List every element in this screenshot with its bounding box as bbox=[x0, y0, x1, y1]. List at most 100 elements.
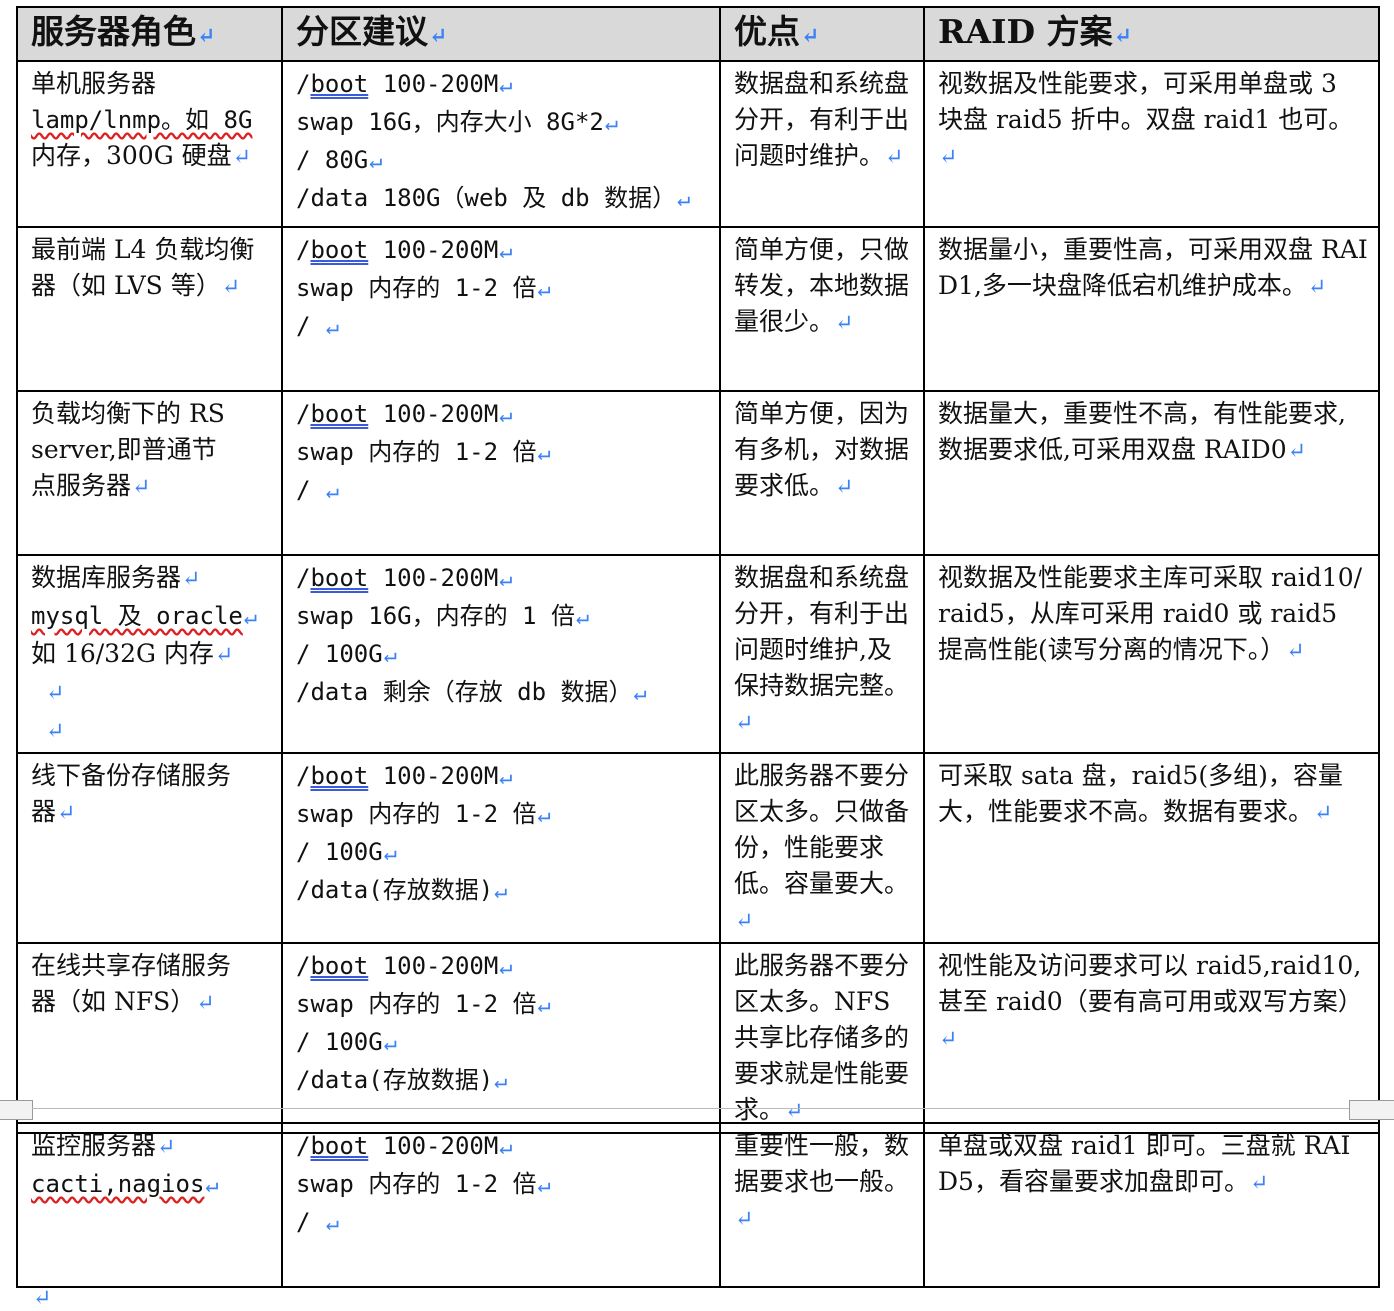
header-raid: RAID 方案 bbox=[923, 6, 1380, 62]
table-row: 数据库服务器 mysql 及 oracle 如 16/32G 内存 /boot … bbox=[16, 554, 1380, 754]
return-mark-icon bbox=[132, 475, 150, 500]
cell-raid: 可采取 sata 盘，raid5(多组)，容量大，性能要求不高。数据有要求。 bbox=[923, 752, 1380, 944]
return-mark-icon bbox=[1308, 275, 1326, 300]
return-mark-icon bbox=[429, 23, 447, 49]
header-advantage: 优点 bbox=[719, 6, 925, 62]
table-row: 监控服务器 cacti,nagios /boot 100-200M swap 内… bbox=[16, 1122, 1380, 1288]
return-mark-icon bbox=[499, 765, 512, 790]
cell-advantage: 简单方便，因为有多机，对数据要求低。 bbox=[719, 390, 925, 556]
return-mark-icon bbox=[576, 605, 589, 630]
table-row: 线下备份存储服务 器 /boot 100-200M swap 内存的 1-2 倍… bbox=[16, 752, 1380, 944]
return-mark-icon bbox=[46, 719, 64, 744]
return-mark-icon bbox=[244, 605, 257, 630]
return-mark-icon bbox=[801, 23, 819, 49]
return-mark-icon bbox=[369, 149, 382, 174]
return-mark-icon bbox=[1314, 801, 1332, 826]
page-break-left-edge bbox=[0, 1100, 33, 1120]
return-mark-icon bbox=[1114, 23, 1132, 49]
return-mark-icon bbox=[182, 567, 200, 592]
cell-role: 线下备份存储服务 器 bbox=[16, 752, 283, 944]
return-mark-icon bbox=[605, 111, 618, 136]
return-mark-icon bbox=[939, 1027, 957, 1052]
return-mark-icon bbox=[538, 441, 551, 466]
page-break-divider bbox=[0, 1100, 1394, 1120]
cell-raid: 数据量大，重要性不高，有性能要求,数据要求低,可采用双盘 RAID0 bbox=[923, 390, 1380, 556]
boot-word: boot bbox=[310, 762, 369, 790]
return-mark-icon bbox=[1286, 639, 1304, 664]
return-mark-icon bbox=[735, 711, 753, 736]
return-mark-icon bbox=[215, 643, 233, 668]
cell-advantage: 此服务器不要分区太多。只做备份，性能要求低。容量要大。 bbox=[719, 752, 925, 944]
return-mark-icon bbox=[205, 1173, 218, 1198]
boot-word: boot bbox=[310, 564, 369, 592]
cell-advantage: 简单方便，只做转发，本地数据量很少。 bbox=[719, 226, 925, 392]
return-mark-icon bbox=[157, 1135, 175, 1160]
return-mark-icon bbox=[835, 311, 853, 336]
cell-raid: 视数据及性能要求，可采用单盘或 3 块盘 raid5 折中。双盘 raid1 也… bbox=[923, 60, 1380, 228]
paragraph-end-mark-icon bbox=[33, 1286, 51, 1311]
table-row: 单机服务器 lamp/lnmp。如 8G 内存，300G 硬盘 /boot 10… bbox=[16, 60, 1380, 228]
return-mark-icon bbox=[326, 479, 339, 504]
return-mark-icon bbox=[197, 23, 215, 49]
return-mark-icon bbox=[57, 801, 75, 826]
return-mark-icon bbox=[494, 1069, 507, 1094]
server-partition-table-continued: 监控服务器 cacti,nagios /boot 100-200M swap 内… bbox=[16, 1122, 1380, 1288]
return-mark-icon bbox=[538, 803, 551, 828]
boot-word: boot bbox=[310, 236, 369, 264]
return-mark-icon bbox=[634, 681, 647, 706]
return-mark-icon bbox=[499, 567, 512, 592]
return-mark-icon bbox=[939, 145, 957, 170]
cell-partition: /boot 100-200M swap 16G，内存大小 8G*2 / 80G … bbox=[281, 60, 721, 228]
header-partition: 分区建议 bbox=[281, 6, 721, 62]
return-mark-icon bbox=[538, 993, 551, 1018]
cell-partition: /boot 100-200M swap 内存的 1-2 倍 / 100G /da… bbox=[281, 752, 721, 944]
return-mark-icon bbox=[326, 1211, 339, 1236]
boot-word: boot bbox=[310, 400, 369, 428]
return-mark-icon bbox=[494, 879, 507, 904]
cell-partition: /boot 100-200M swap 内存的 1-2 倍 / bbox=[281, 226, 721, 392]
boot-word: boot bbox=[310, 70, 369, 98]
cell-partition: /boot 100-200M swap 16G，内存的 1 倍 / 100G /… bbox=[281, 554, 721, 754]
return-mark-icon bbox=[384, 1031, 397, 1056]
cell-role: 数据库服务器 mysql 及 oracle 如 16/32G 内存 bbox=[16, 554, 283, 754]
return-mark-icon bbox=[885, 145, 903, 170]
return-mark-icon bbox=[735, 909, 753, 934]
cell-raid: 数据量小，重要性高，可采用双盘 RAID1,多一块盘降低宕机维护成本。 bbox=[923, 226, 1380, 392]
return-mark-icon bbox=[196, 991, 214, 1016]
return-mark-icon bbox=[326, 315, 339, 340]
cell-raid: 单盘或双盘 raid1 即可。三盘就 RAID5，看容量要求加盘即可。 bbox=[923, 1122, 1380, 1288]
return-mark-icon bbox=[1250, 1171, 1268, 1196]
return-mark-icon bbox=[499, 955, 512, 980]
return-mark-icon bbox=[222, 275, 240, 300]
boot-word: boot bbox=[310, 1132, 369, 1160]
return-mark-icon bbox=[233, 145, 251, 170]
return-mark-icon bbox=[538, 277, 551, 302]
page-break-right-edge bbox=[1349, 1100, 1394, 1120]
cell-partition: /boot 100-200M swap 内存的 1-2 倍 / bbox=[281, 390, 721, 556]
return-mark-icon bbox=[835, 475, 853, 500]
return-mark-icon bbox=[499, 1135, 512, 1160]
return-mark-icon bbox=[499, 239, 512, 264]
return-mark-icon bbox=[735, 1207, 753, 1232]
cell-advantage: 重要性一般，数据要求也一般。 bbox=[719, 1122, 925, 1288]
return-mark-icon bbox=[384, 841, 397, 866]
return-mark-icon bbox=[677, 187, 690, 212]
header-role: 服务器角色 bbox=[16, 6, 283, 62]
server-partition-table: 服务器角色 分区建议 优点 RAID 方案 单机服务器 lamp/lnmp。如 … bbox=[16, 6, 1380, 1134]
page-break-line bbox=[32, 1108, 1350, 1109]
cell-role: 最前端 L4 负载均衡 器（如 LVS 等） bbox=[16, 226, 283, 392]
return-mark-icon bbox=[499, 73, 512, 98]
return-mark-icon bbox=[46, 681, 64, 706]
table-header-row: 服务器角色 分区建议 优点 RAID 方案 bbox=[16, 6, 1380, 62]
return-mark-icon bbox=[1288, 439, 1306, 464]
return-mark-icon bbox=[384, 643, 397, 668]
return-mark-icon bbox=[499, 403, 512, 428]
table-row: 负载均衡下的 RS server,即普通节 点服务器 /boot 100-200… bbox=[16, 390, 1380, 556]
boot-word: boot bbox=[310, 952, 369, 980]
cell-role: 单机服务器 lamp/lnmp。如 8G 内存，300G 硬盘 bbox=[16, 60, 283, 228]
cell-advantage: 数据盘和系统盘分开，有利于出问题时维护,及保持数据完整。 bbox=[719, 554, 925, 754]
cell-role: 监控服务器 cacti,nagios bbox=[16, 1122, 283, 1288]
cell-raid: 视数据及性能要求主库可采取 raid10/raid5，从库可采用 raid0 或… bbox=[923, 554, 1380, 754]
cell-partition: /boot 100-200M swap 内存的 1-2 倍 / bbox=[281, 1122, 721, 1288]
cell-advantage: 数据盘和系统盘分开，有利于出问题时维护。 bbox=[719, 60, 925, 228]
